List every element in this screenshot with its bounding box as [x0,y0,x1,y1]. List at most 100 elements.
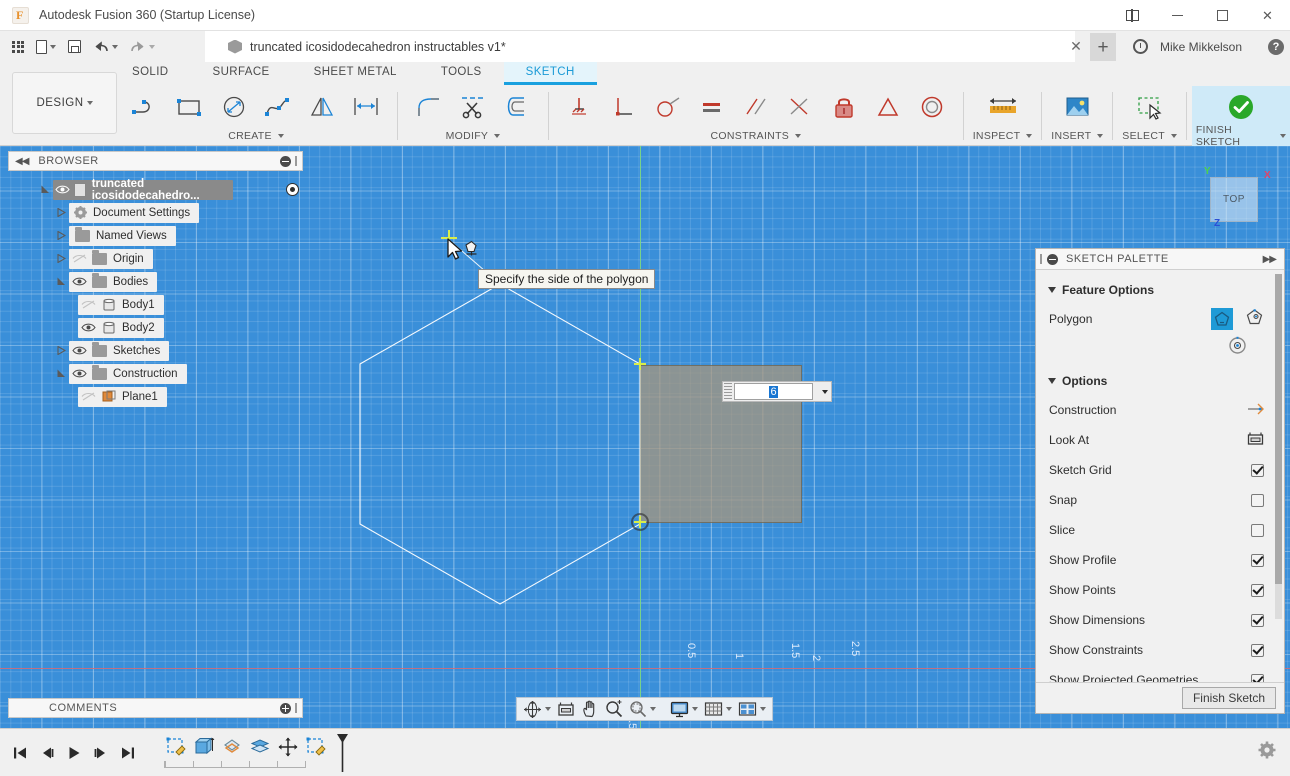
checkbox-sketch-grid[interactable] [1251,464,1264,477]
panel-resize-grip[interactable] [295,156,297,166]
checkbox-slice[interactable] [1251,524,1264,537]
visibility-eye-icon[interactable] [80,321,97,335]
expander-collapsed-icon[interactable] [54,341,69,361]
palette-resize-grip[interactable] [1040,254,1042,264]
timeline-node-move[interactable] [274,734,302,760]
dimension-tool[interactable] [344,87,388,127]
palette-row-show-dimensions[interactable]: Show Dimensions [1036,605,1284,635]
tree-item-plane1[interactable]: Plane1 [78,387,167,407]
tree-row-construction[interactable]: Construction [14,362,304,385]
chevron-down-icon[interactable] [545,707,551,711]
construction-line-icon[interactable] [1247,402,1264,419]
chevron-down-icon[interactable] [278,134,284,138]
mirror-tool[interactable] [300,87,344,127]
palette-row-snap[interactable]: Snap [1036,485,1284,515]
zoom-button[interactable] [602,698,626,720]
look-at-button[interactable] [554,698,578,720]
plus-circle-icon[interactable] [280,703,291,714]
checkbox-show-constraints[interactable] [1251,644,1264,657]
chevron-down-icon[interactable] [650,707,656,711]
step-back-button[interactable] [35,740,59,766]
chevron-down-icon[interactable] [815,390,831,394]
new-tab-button[interactable]: + [1090,33,1116,61]
pan-button[interactable] [578,698,602,720]
palette-scrollbar[interactable] [1275,274,1282,619]
grid-snaps-button[interactable] [701,698,735,720]
tree-item-named-views[interactable]: Named Views [69,226,176,246]
save-button[interactable] [62,31,87,62]
equal-constraint[interactable] [690,87,734,127]
measure-tool[interactable] [981,87,1025,127]
collapse-left-icon[interactable]: ◀◀ [15,156,28,167]
expand-right-icon[interactable]: ▶▶ [1263,254,1276,265]
tree-row-named-views[interactable]: Named Views [14,224,304,247]
jump-end-button[interactable] [116,740,140,766]
expander-collapsed-icon[interactable] [54,203,69,223]
chevron-down-icon[interactable] [1171,134,1177,138]
chevron-down-icon[interactable] [795,134,801,138]
palette-row-show-points[interactable]: Show Points [1036,575,1284,605]
chevron-down-icon[interactable] [726,707,732,711]
step-forward-button[interactable] [89,740,113,766]
symmetry-constraint[interactable] [866,87,910,127]
rectangle-tool[interactable] [168,87,212,127]
visibility-eye-icon[interactable] [71,275,88,289]
minimize-icon[interactable] [1155,0,1200,31]
checkbox-show-points[interactable] [1251,584,1264,597]
expander-collapsed-icon[interactable] [54,249,69,269]
orbit-button[interactable] [520,698,554,720]
visibility-eye-off-icon[interactable] [80,298,97,312]
tree-row-sketches[interactable]: Sketches [14,339,304,362]
timeline-node-sketch2[interactable] [302,734,330,760]
concentric-constraint[interactable] [910,87,954,127]
circumscribed-polygon-icon[interactable] [1245,308,1264,330]
tree-item-bodies[interactable]: Bodies [69,272,157,292]
tree-item-root[interactable]: truncated icosidodecahedro... [53,180,233,200]
input-grip-handle[interactable] [724,383,732,400]
timeline-node-offset[interactable] [246,734,274,760]
settings-gear-button[interactable] [1258,741,1276,759]
minus-circle-icon[interactable] [1047,254,1058,265]
maximize-icon[interactable] [1200,0,1245,31]
checkbox-show-dimensions[interactable] [1251,614,1264,627]
select-tool[interactable] [1128,87,1172,127]
palette-row-show-projected-geometries[interactable]: Show Projected Geometries [1036,665,1284,682]
tangent-constraint[interactable] [646,87,690,127]
chevron-down-icon[interactable] [494,134,500,138]
visibility-eye-off-icon[interactable] [71,252,88,266]
fix-unfix-constraint[interactable] [822,87,866,127]
palette-row-construction[interactable]: Construction [1036,395,1284,425]
midpoint-constraint[interactable] [778,87,822,127]
close-icon[interactable]: ✕ [1245,0,1290,31]
display-settings-button[interactable] [667,698,701,720]
tree-item-sketches[interactable]: Sketches [69,341,169,361]
insert-image-tool[interactable] [1055,87,1099,127]
palette-row-sketch-grid[interactable]: Sketch Grid [1036,455,1284,485]
jump-start-button[interactable] [8,740,32,766]
tab-tools[interactable]: TOOLS [419,62,504,82]
play-button[interactable] [62,740,86,766]
tab-sketch[interactable]: SKETCH [504,62,597,85]
checkbox-show-projected-geometries[interactable] [1251,674,1264,683]
timeline-node-combine[interactable] [218,734,246,760]
tree-row-body1[interactable]: Body1 [14,293,304,316]
tab-solid[interactable]: SOLID [110,62,191,82]
visibility-eye-icon[interactable] [71,344,88,358]
section-feature-options[interactable]: Feature Options [1036,276,1284,304]
timeline-end-marker[interactable] [334,734,350,772]
tab-close-icon[interactable]: ✕ [1068,31,1084,62]
visibility-eye-icon[interactable] [71,367,88,381]
tree-row-bodies[interactable]: Bodies [14,270,304,293]
timeline-node-sketch[interactable] [162,734,190,760]
chevron-down-icon[interactable] [1026,134,1032,138]
finish-sketch-button[interactable]: Finish Sketch [1182,687,1276,709]
view-cube[interactable]: TOP [1210,177,1258,222]
expander-collapsed-icon[interactable] [54,226,69,246]
tree-row-body2[interactable]: Body2 [14,316,304,339]
checkbox-snap[interactable] [1251,494,1264,507]
expander-expanded-icon[interactable] [38,180,53,200]
tab-sheet-metal[interactable]: SHEET METAL [292,62,419,82]
chevron-down-icon[interactable] [692,707,698,711]
section-options[interactable]: Options [1036,360,1284,395]
tree-item-body1[interactable]: Body1 [78,295,164,315]
